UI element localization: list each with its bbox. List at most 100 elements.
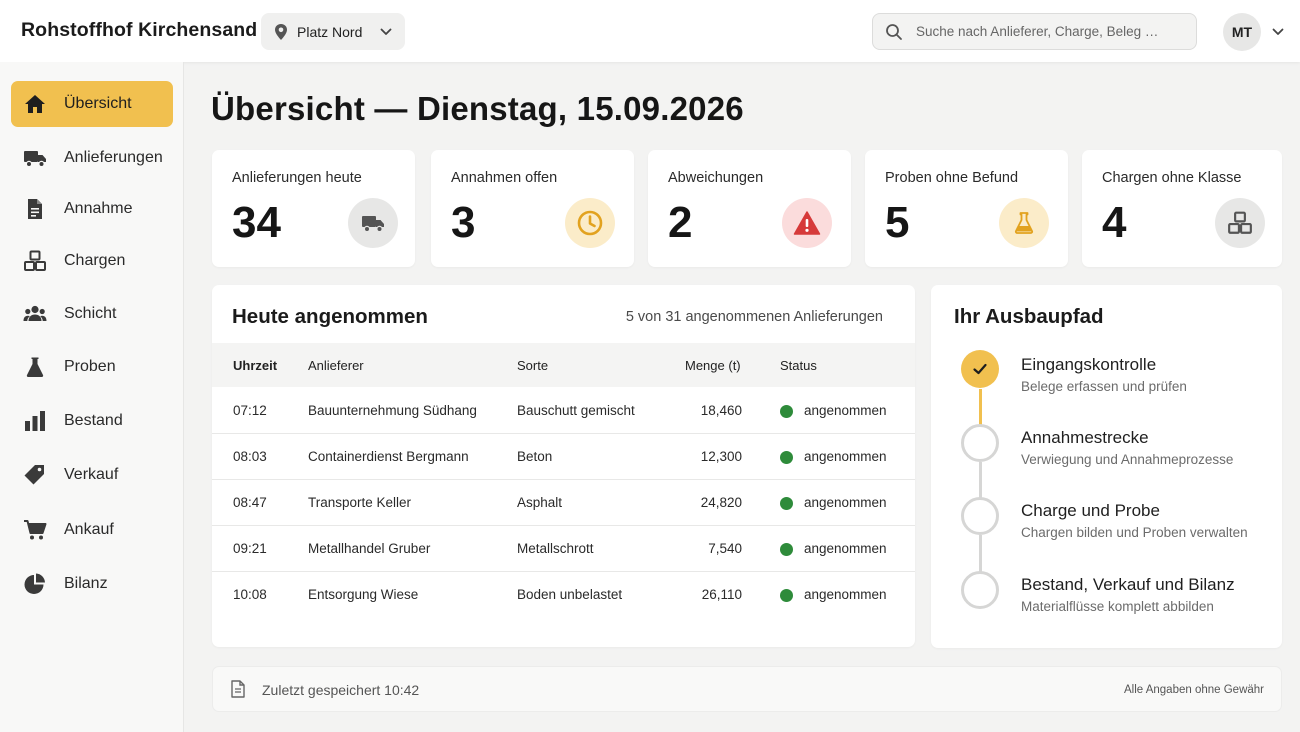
step-done-marker (961, 350, 999, 388)
path-connector (979, 389, 982, 427)
sidebar-item-bilanz[interactable]: Bilanz (11, 561, 173, 607)
column-header-menge[interactable]: Menge (t) (685, 358, 741, 373)
kpi-value: 2 (668, 198, 693, 247)
truck-icon (348, 198, 398, 248)
cell-time: 08:47 (233, 495, 267, 510)
path-connector (979, 462, 982, 500)
table-row[interactable]: 09:21 Metallhandel Gruber Metallschrott … (212, 526, 915, 572)
step-subtitle: Materialflüsse komplett abbilden (1021, 599, 1214, 614)
table-count: 5 von 31 angenommenen Anlieferungen (625, 309, 883, 325)
home-icon (23, 93, 47, 115)
sidebar-item-label: Bilanz (64, 575, 108, 592)
sidebar-item-label: Annahme (64, 200, 133, 217)
kpi-card-chargen-ohne-klasse[interactable]: Chargen ohne Klasse 4 (1082, 150, 1282, 267)
step-subtitle: Chargen bilden und Proben verwalten (1021, 525, 1248, 540)
cell-supplier: Entsorgung Wiese (308, 587, 419, 602)
user-menu[interactable]: MT (1223, 12, 1285, 51)
cell-status: angenommen (804, 541, 887, 556)
cell-sort: Beton (517, 449, 553, 464)
kpi-label: Annahmen offen (451, 170, 558, 186)
sidebar-item-label: Ankauf (64, 521, 114, 538)
kpi-card-anlieferungen[interactable]: Anlieferungen heute 34 (212, 150, 415, 267)
sidebar-item-bestand[interactable]: Bestand (11, 398, 173, 444)
checkmark-icon (971, 360, 989, 378)
last-saved-text: Zuletzt gespeichert 10:42 (262, 682, 420, 698)
status-dot (780, 543, 793, 556)
status-dot (780, 497, 793, 510)
cell-supplier: Bauunternehmung Südhang (308, 403, 477, 418)
step-pending-marker (961, 424, 999, 462)
table-header: Uhrzeit Anlieferer Sorte Menge (t) Statu… (212, 343, 915, 387)
sidebar-item-chargen[interactable]: Chargen (11, 238, 173, 284)
kpi-value: 3 (451, 198, 476, 247)
cell-sort: Asphalt (517, 495, 563, 510)
cell-supplier: Transporte Keller (308, 495, 412, 510)
sidebar-item-label: Proben (64, 358, 116, 375)
table-row[interactable]: 07:12 Bauunternehmung Südhang Bauschutt … (212, 388, 915, 434)
table-row[interactable]: 10:08 Entsorgung Wiese Boden unbelastet … (212, 572, 915, 618)
cell-sort: Metallschrott (517, 541, 594, 556)
kpi-label: Chargen ohne Klasse (1102, 170, 1242, 186)
cell-status: angenommen (804, 495, 887, 510)
flask-icon (999, 198, 1049, 248)
cart-icon (23, 519, 47, 541)
sidebar-item-schicht[interactable]: Schicht (11, 291, 173, 337)
column-header-uhrzeit[interactable]: Uhrzeit (233, 358, 277, 373)
table-title: Heute angenommen (232, 305, 428, 328)
site-selector[interactable]: Platz Nord (261, 13, 405, 50)
kpi-label: Abweichungen (668, 170, 764, 186)
warning-icon (782, 198, 832, 248)
top-bar: Rohstoffhof Kirchensand Platz Nord MT (0, 0, 1300, 62)
kpi-value: 5 (885, 198, 910, 247)
cell-status: angenommen (804, 449, 887, 464)
sidebar-item-label: Schicht (64, 305, 117, 322)
flask-icon (23, 356, 47, 378)
cell-sort: Boden unbelastet (517, 587, 623, 602)
cell-supplier: Metallhandel Gruber (308, 541, 431, 556)
kpi-card-proben-ohne-befund[interactable]: Proben ohne Befund 5 (865, 150, 1068, 267)
chevron-down-icon (1271, 25, 1285, 39)
cell-quantity: 24,820 (700, 495, 742, 510)
sidebar-item-annahme[interactable]: Annahme (11, 186, 173, 232)
step-subtitle: Belege erfassen und prüfen (1021, 379, 1187, 394)
sidebar-item-proben[interactable]: Proben (11, 344, 173, 390)
column-header-status[interactable]: Status (780, 358, 817, 373)
app-title: Rohstoffhof Kirchensand (21, 19, 258, 41)
footer-bar: Zuletzt gespeichert 10:42 Alle Angaben o… (212, 666, 1282, 712)
sidebar-item-anlieferungen[interactable]: Anlieferungen (11, 135, 173, 181)
kpi-card-abweichungen[interactable]: Abweichungen 2 (648, 150, 851, 267)
cell-time: 09:21 (233, 541, 267, 556)
column-header-sorte[interactable]: Sorte (517, 358, 548, 373)
sidebar-item-verkauf[interactable]: Verkauf (11, 452, 173, 498)
cell-supplier: Containerdienst Bergmann (308, 449, 469, 464)
status-dot (780, 405, 793, 418)
sidebar-item-uebersicht[interactable]: Übersicht (11, 81, 173, 127)
sidebar-item-label: Bestand (64, 412, 123, 429)
sidebar-item-label: Anlieferungen (64, 149, 163, 166)
cell-time: 10:08 (233, 587, 267, 602)
truck-icon (23, 147, 47, 169)
search-icon (885, 23, 903, 41)
table-row[interactable]: 08:03 Containerdienst Bergmann Beton 12,… (212, 434, 915, 480)
sidebar-item-ankauf[interactable]: Ankauf (11, 507, 173, 553)
status-dot (780, 589, 793, 602)
step-pending-marker (961, 497, 999, 535)
avatar[interactable]: MT (1223, 12, 1261, 51)
boxes-icon (23, 250, 47, 272)
table-row[interactable]: 08:47 Transporte Keller Asphalt 24,820 a… (212, 480, 915, 526)
cell-quantity: 12,300 (700, 449, 742, 464)
bar-chart-icon (23, 410, 47, 432)
search-input[interactable] (916, 24, 1186, 39)
sidebar-item-label: Übersicht (64, 95, 132, 112)
step-title: Bestand, Verkauf und Bilanz (1021, 575, 1235, 594)
search-box[interactable] (872, 13, 1197, 50)
column-header-anlieferer[interactable]: Anlieferer (308, 358, 364, 373)
sidebar-item-label: Verkauf (64, 466, 119, 483)
status-dot (780, 451, 793, 464)
page-title: Übersicht — Dienstag, 15.09.2026 (211, 90, 744, 127)
kpi-card-annahmen-offen[interactable]: Annahmen offen 3 (431, 150, 634, 267)
step-title: Eingangskontrolle (1021, 355, 1157, 374)
chevron-down-icon (379, 25, 393, 39)
step-title: Charge und Probe (1021, 501, 1160, 520)
site-label: Platz Nord (297, 23, 363, 40)
